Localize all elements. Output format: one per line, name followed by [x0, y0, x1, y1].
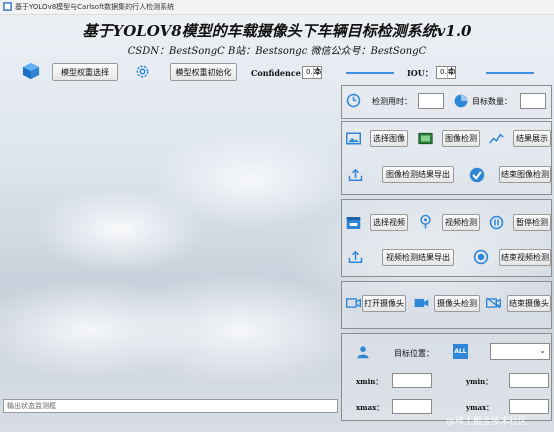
- camera-off-icon: [486, 297, 501, 309]
- settings-icon: [136, 65, 149, 78]
- ymax-value: [509, 399, 549, 414]
- iou-spinbox[interactable]: 0.40 ▲ ▼: [436, 66, 456, 79]
- all-icon: ALL: [453, 344, 468, 359]
- video-detect-button[interactable]: 视频检测: [442, 214, 480, 231]
- all-icon-text: ALL: [454, 348, 467, 355]
- cube-icon: [22, 62, 40, 80]
- target-count-value: [520, 93, 546, 109]
- iou-slider[interactable]: [486, 72, 534, 74]
- image-panel: 选择图像 图像检测 结果展示 图像检测结果导出 结束图像检测: [341, 121, 552, 195]
- confidence-label: Confidence: [251, 68, 301, 78]
- iou-label: IOU：: [407, 68, 433, 78]
- map-pin-icon: [420, 214, 431, 229]
- export-image-results-button[interactable]: 图像检测结果导出: [382, 166, 454, 183]
- app-window: 基于YOLOv8模型与Carlsoft数据集的行人检测系统 基于YOLOV8模型…: [0, 0, 554, 432]
- ymin-label: ymin：: [466, 377, 493, 386]
- xmax-value: [392, 399, 432, 414]
- detect-time-value: [418, 93, 444, 109]
- select-video-button[interactable]: 选择视频: [370, 214, 408, 231]
- pie-chart-icon: [454, 94, 468, 108]
- camera-filled-icon: [414, 298, 429, 308]
- stop-video-detect-button[interactable]: 结束视频检测: [499, 249, 551, 266]
- upload-icon: [348, 168, 363, 181]
- spin-arrows-icon[interactable]: ▲ ▼: [447, 67, 455, 78]
- spin-arrows-icon[interactable]: ▲ ▼: [313, 67, 321, 78]
- target-count-label: 目标数量：: [472, 97, 512, 106]
- page-title: 基于YOLOV8模型的车载摄像头下车辆目标检测系统v1.0: [82, 22, 472, 40]
- init-weights-button[interactable]: 模型权重初始化: [170, 63, 237, 81]
- pause-icon: [489, 215, 504, 230]
- camera-outline-icon: [346, 298, 361, 308]
- stop-circle-icon: [473, 249, 489, 265]
- camera-panel: 打开摄像头 摄像头检测 结束摄像头: [341, 281, 552, 329]
- image-icon: [346, 132, 361, 145]
- target-position-label: 目标位置：: [394, 349, 434, 358]
- video-folder-icon: [346, 217, 361, 229]
- confidence-slider[interactable]: [346, 72, 394, 74]
- ymin-value: [509, 373, 549, 388]
- open-camera-button[interactable]: 打开摄像头: [362, 295, 406, 312]
- video-panel: 选择视频 视频检测 暂停检测 视频检测结果导出 结束视频检测: [341, 199, 552, 277]
- watermark: @稀土掘金技术社区: [446, 417, 528, 427]
- page-subtitle: CSDN：BestSongC B站：Bestsongc 微信公众号：BestSo…: [127, 46, 427, 57]
- stats-panel: 检测用时： 目标数量：: [341, 85, 552, 119]
- status-placeholder: 输出状态监测框: [7, 402, 56, 410]
- select-weights-button[interactable]: 模型权重选择: [52, 63, 118, 81]
- xmin-label: xmin：: [356, 377, 383, 386]
- image-detect-button[interactable]: 图像检测: [442, 130, 480, 147]
- camera-detect-button[interactable]: 摄像头检测: [434, 295, 480, 312]
- pause-detect-button[interactable]: 暂停检测: [513, 214, 551, 231]
- ymax-label: ymax：: [466, 403, 494, 412]
- target-panel: 目标位置： ALL ⌄ xmin： ymin： xmax： ymax：: [341, 333, 552, 421]
- show-results-button[interactable]: 结果展示: [513, 130, 551, 147]
- xmax-label: xmax：: [356, 403, 384, 412]
- export-video-results-button[interactable]: 视频检测结果导出: [382, 249, 454, 266]
- stop-image-detect-button[interactable]: 结束图像检测: [499, 166, 551, 183]
- xmin-value: [392, 373, 432, 388]
- title-bar: 基于YOLOv8模型与Carlsoft数据集的行人检测系统: [0, 0, 554, 15]
- check-circle-icon: [469, 167, 485, 183]
- window-title: 基于YOLOv8模型与Carlsoft数据集的行人检测系统: [15, 3, 175, 11]
- status-output-box[interactable]: 输出状态监测框: [3, 399, 338, 413]
- image-detect-icon: [418, 132, 433, 145]
- select-image-button[interactable]: 选择图像: [370, 130, 408, 147]
- app-icon: [3, 2, 12, 11]
- chevron-down-icon: ⌄: [539, 346, 546, 355]
- clock-icon: [346, 93, 361, 108]
- stop-camera-button[interactable]: 结束摄像头: [507, 295, 551, 312]
- line-chart-icon: [489, 133, 504, 144]
- upload-icon: [348, 250, 363, 263]
- confidence-spinbox[interactable]: 0.25 ▲ ▼: [302, 66, 322, 79]
- detect-time-label: 检测用时：: [372, 97, 412, 106]
- user-icon: [357, 346, 369, 359]
- target-select[interactable]: ⌄: [490, 343, 550, 360]
